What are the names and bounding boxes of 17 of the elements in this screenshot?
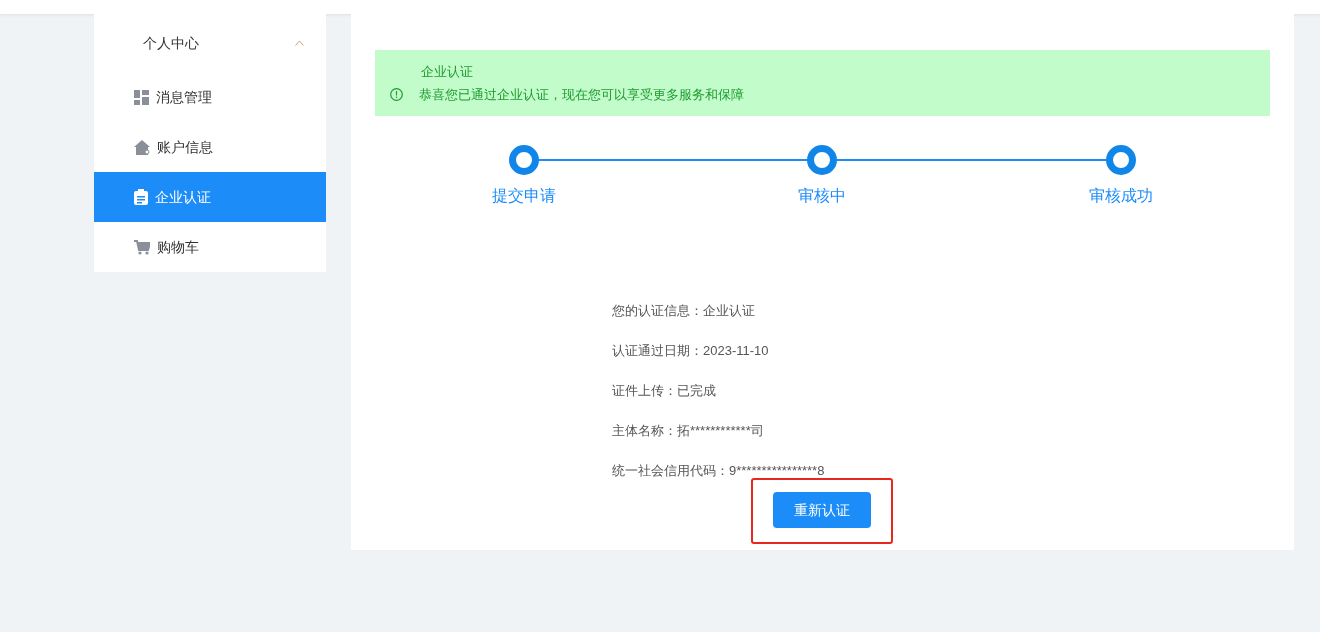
sidebar-group-title[interactable]: 个人中心 [143, 32, 199, 54]
chevron-icon[interactable] [295, 40, 304, 46]
info-icon [390, 88, 403, 102]
house-icon [134, 139, 150, 155]
step-label: 提交申请 [492, 186, 557, 206]
info-line: 证件上传：已完成 [612, 382, 716, 400]
info-line: 统一社会信用代码：9****************8 [612, 462, 825, 480]
info-line: 认证通过日期：2023-11-10 [612, 342, 769, 360]
info-line: 您的认证信息：企业认证 [612, 302, 755, 320]
grid-icon [134, 89, 149, 105]
clipboard-icon [134, 189, 148, 205]
alert-title: 企业认证 [420, 62, 474, 81]
info-line: 主体名称：拓************司 [612, 422, 764, 440]
alert-message: 恭喜您已通过企业认证，现在您可以享受更多服务和保障 [419, 86, 744, 104]
step-label: 审核成功 [1088, 186, 1153, 206]
cart-icon [134, 239, 150, 255]
step-label: 审核中 [798, 186, 847, 206]
